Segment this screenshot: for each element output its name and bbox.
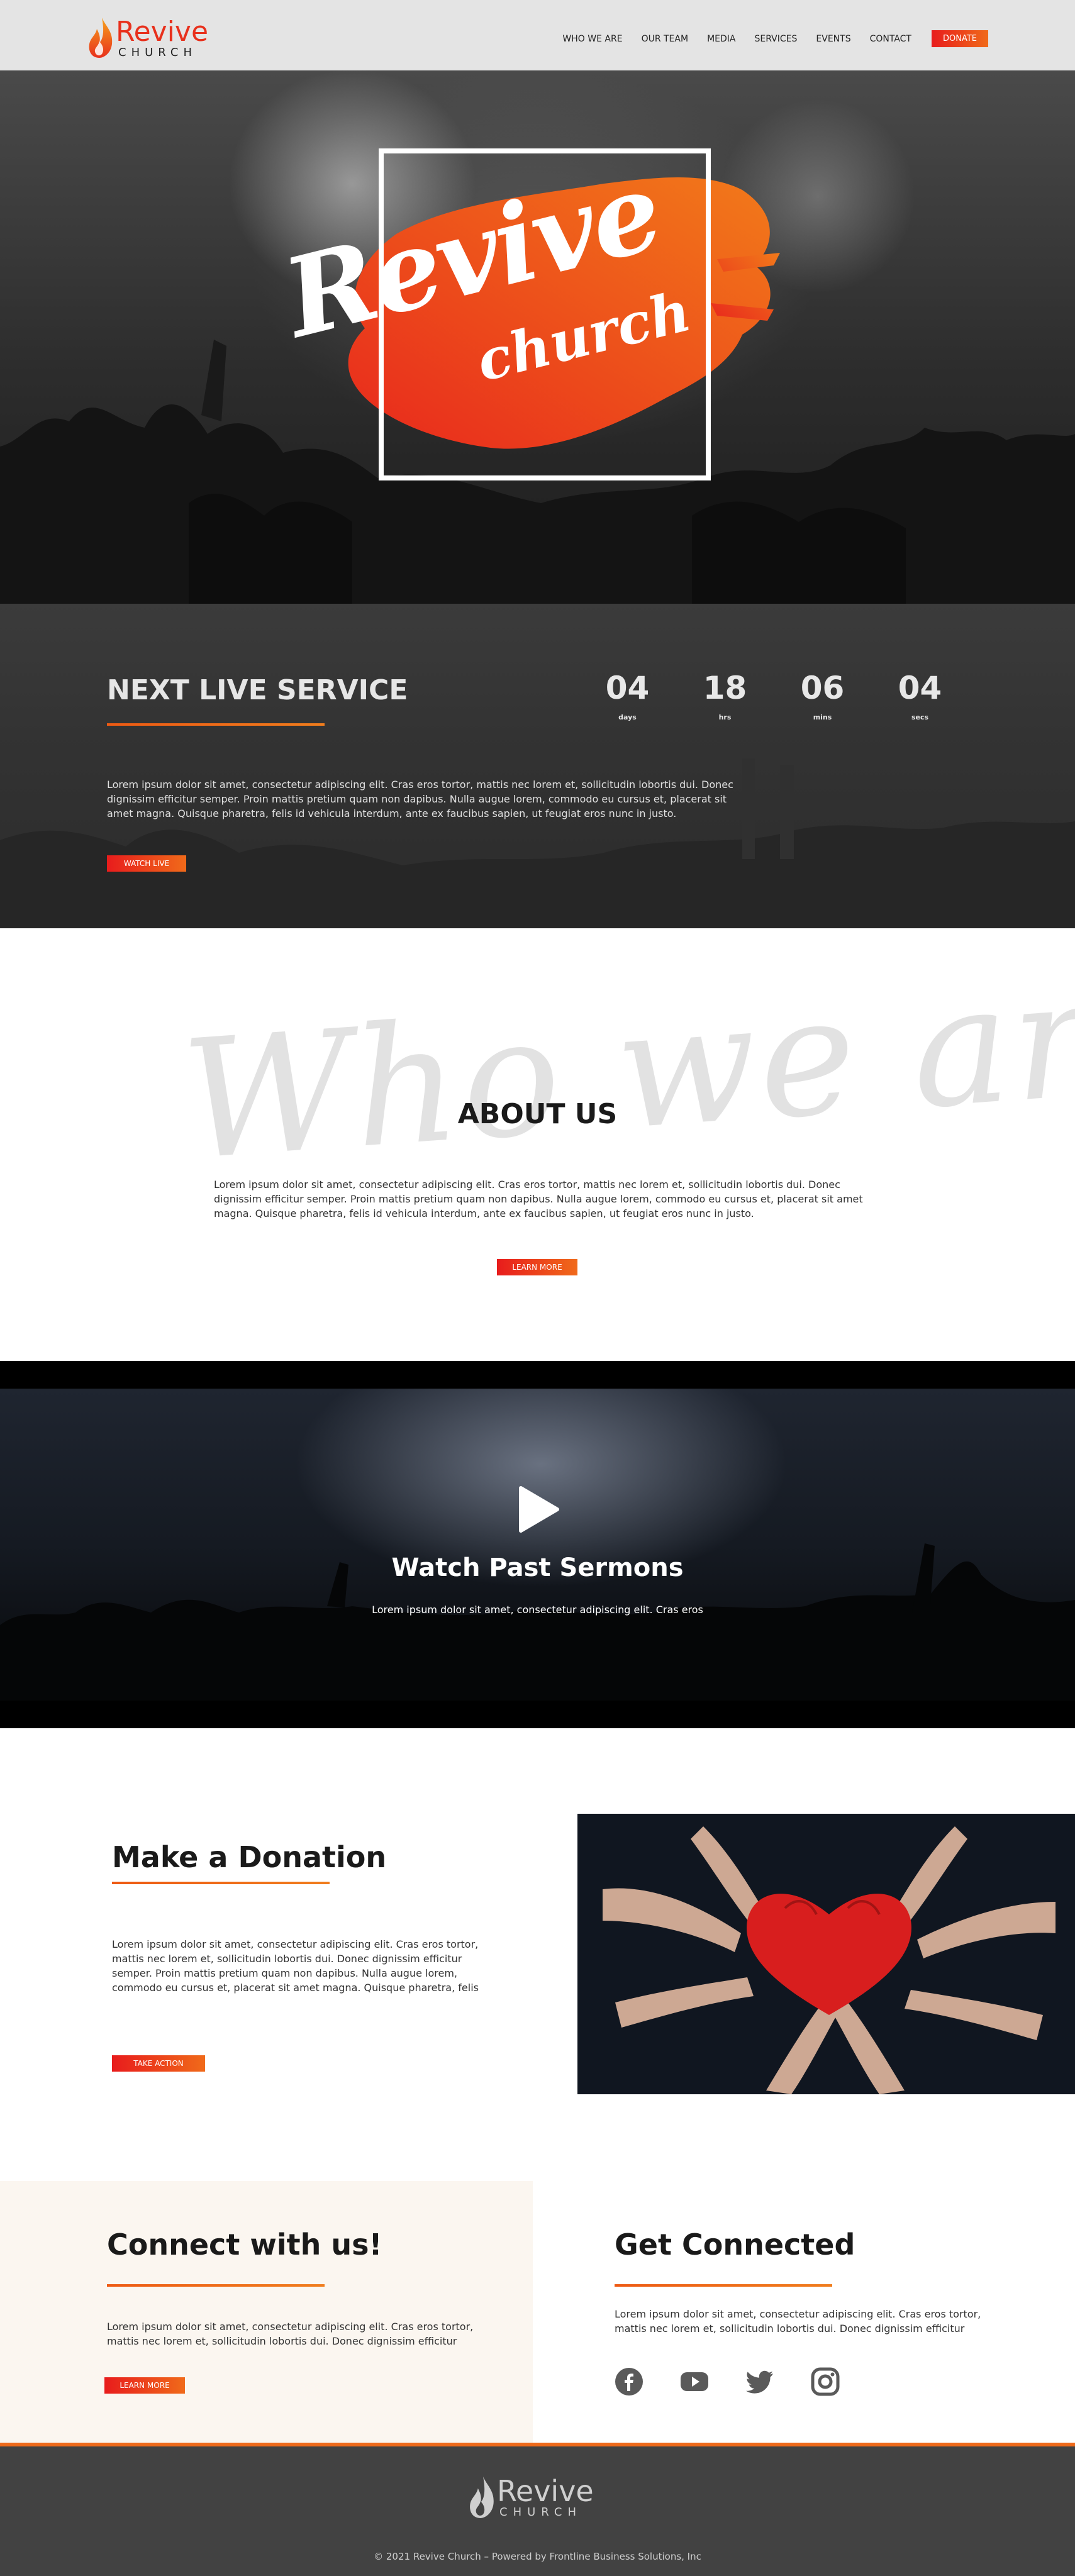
title-underline: [615, 2284, 832, 2287]
countdown-days: 04 days: [579, 668, 676, 737]
get-connected-section: Get Connected Lorem ipsum dolor sit amet…: [533, 2181, 1075, 2443]
main-nav: WHO WE ARE OUR TEAM MEDIA SERVICES EVENT…: [562, 30, 988, 47]
footer-logo-title: Revive: [497, 2474, 594, 2508]
logo-title: Revive: [116, 16, 209, 48]
countdown-timer: 04 days 18 hrs 06 mins 04 secs: [579, 668, 969, 737]
connect-learn-more-button[interactable]: LEARN MORE: [104, 2377, 185, 2394]
countdown-value: 04: [898, 670, 942, 706]
site-logo[interactable]: Revive CHURCH: [87, 16, 225, 60]
title-underline: [107, 2284, 325, 2287]
hands-heart-image: [577, 1814, 1075, 2094]
donation-section: Make a Donation Lorem ipsum dolor sit am…: [0, 1728, 1075, 2181]
learn-more-button[interactable]: LEARN MORE: [497, 1259, 577, 1275]
social-links: [615, 2367, 840, 2396]
about-section: Who we are ABOUT US Lorem ipsum dolor si…: [0, 928, 1075, 1361]
nav-item-services[interactable]: SERVICES: [754, 34, 797, 44]
countdown-label: secs: [911, 713, 929, 721]
logo-subtitle: CHURCH: [118, 46, 197, 59]
hero-section: Revive church: [0, 70, 1075, 604]
countdown-value: 06: [800, 670, 845, 706]
countdown-label: days: [618, 713, 637, 721]
about-title: ABOUT US: [457, 1098, 618, 1130]
twitter-icon[interactable]: [745, 2367, 774, 2396]
flame-icon: [89, 18, 113, 58]
countdown-label: hrs: [718, 713, 732, 721]
connect-description: Lorem ipsum dolor sit amet, consectetur …: [107, 2321, 474, 2347]
countdown-value: 18: [703, 670, 747, 706]
site-footer: Revive CHURCH © 2021 Revive Church – Pow…: [0, 2443, 1075, 2576]
nav-item-who-we-are[interactable]: WHO WE ARE: [562, 34, 622, 44]
footer-logo[interactable]: Revive CHURCH: [467, 2475, 611, 2521]
countdown-hours: 18 hrs: [676, 668, 774, 737]
nav-item-contact[interactable]: CONTACT: [870, 34, 911, 44]
donation-title: Make a Donation: [112, 1840, 387, 1874]
sermons-section: Watch Past Sermons Lorem ipsum dolor sit…: [0, 1361, 1075, 1728]
title-underline: [107, 723, 325, 726]
concert-image: Watch Past Sermons Lorem ipsum dolor sit…: [0, 1389, 1075, 1701]
footer-logo-subtitle: CHURCH: [499, 2506, 582, 2519]
get-connected-description: Lorem ipsum dolor sit amet, consectetur …: [615, 2308, 981, 2334]
nav-item-our-team[interactable]: OUR TEAM: [642, 34, 689, 44]
live-service-section: NEXT LIVE SERVICE 04 days 18 hrs 06 mins…: [0, 604, 1075, 928]
play-icon[interactable]: [516, 1485, 560, 1533]
watch-live-button[interactable]: WATCH LIVE: [107, 855, 186, 872]
countdown-seconds: 04 secs: [871, 668, 969, 737]
take-action-button[interactable]: TAKE ACTION: [112, 2055, 205, 2072]
facebook-icon[interactable]: [615, 2367, 643, 2396]
site-header: Revive CHURCH WHO WE ARE OUR TEAM MEDIA …: [0, 0, 1075, 70]
donation-description: Lorem ipsum dolor sit amet, consectetur …: [112, 1938, 479, 1994]
stage-image: [0, 758, 1075, 928]
live-service-title: NEXT LIVE SERVICE: [107, 674, 408, 706]
instagram-icon[interactable]: [811, 2367, 840, 2396]
get-connected-title: Get Connected: [615, 2228, 855, 2262]
about-script-background: Who we are: [177, 936, 1075, 1197]
youtube-icon[interactable]: [680, 2367, 709, 2396]
connect-title: Connect with us!: [107, 2228, 382, 2262]
nav-item-media[interactable]: MEDIA: [707, 34, 735, 44]
donate-button[interactable]: DONATE: [931, 30, 988, 47]
countdown-label: mins: [813, 713, 832, 721]
sermons-title: Watch Past Sermons: [391, 1553, 684, 1582]
connect-section: Connect with us! Lorem ipsum dolor sit a…: [0, 2181, 533, 2443]
title-underline: [112, 1882, 330, 1884]
nav-item-events[interactable]: EVENTS: [816, 34, 850, 44]
countdown-value: 04: [605, 670, 650, 706]
copyright-text: © 2021 Revive Church – Powered by Frontl…: [374, 2551, 701, 2562]
sermons-subtitle: Lorem ipsum dolor sit amet, consectetur …: [372, 1604, 703, 1616]
about-description: Lorem ipsum dolor sit amet, consectetur …: [214, 1179, 863, 1219]
live-service-description: Lorem ipsum dolor sit amet, consectetur …: [107, 779, 733, 819]
flame-icon: [470, 2477, 494, 2518]
countdown-minutes: 06 mins: [774, 668, 871, 737]
